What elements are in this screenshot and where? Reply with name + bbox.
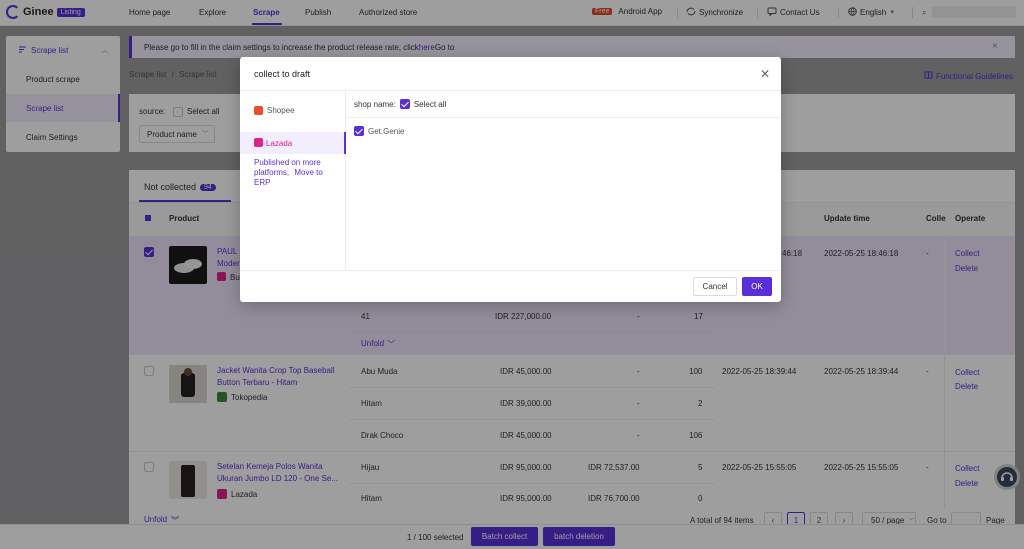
platform-label: Shopee [267, 106, 295, 115]
collect-to-draft-dialog: collect to draft ✕ Shopee Lazada Publish… [240, 57, 781, 302]
shop-header: shop name: Select all [346, 91, 781, 118]
shop-option[interactable]: Get.Genie [354, 126, 404, 136]
select-all-shops-checkbox[interactable] [399, 99, 410, 109]
platform-label: Lazada [266, 139, 293, 148]
shop-checkbox[interactable] [354, 126, 364, 136]
dialog-title: collect to draft [254, 69, 311, 79]
shop-panel: shop name: Select all Get.Genie [346, 90, 781, 270]
cancel-button[interactable]: Cancel [693, 277, 737, 296]
shop-name-label: shop name: [354, 99, 396, 109]
shopee-icon [254, 106, 263, 115]
close-icon[interactable]: ✕ [760, 67, 770, 81]
app-page: Ginee Listing Home page Explore Scrape P… [0, 0, 1024, 549]
published-note: Published on more platforms, Move to ERP [254, 158, 334, 188]
ok-button[interactable]: OK [742, 277, 772, 296]
select-all-label: Select all [413, 99, 447, 109]
lazada-icon [254, 138, 263, 147]
platform-item-shopee[interactable]: Shopee [254, 106, 295, 115]
shop-label: Get.Genie [368, 126, 405, 136]
platform-list: Shopee Lazada Published on more platform… [240, 90, 346, 270]
platform-item-lazada[interactable]: Lazada [240, 132, 346, 154]
